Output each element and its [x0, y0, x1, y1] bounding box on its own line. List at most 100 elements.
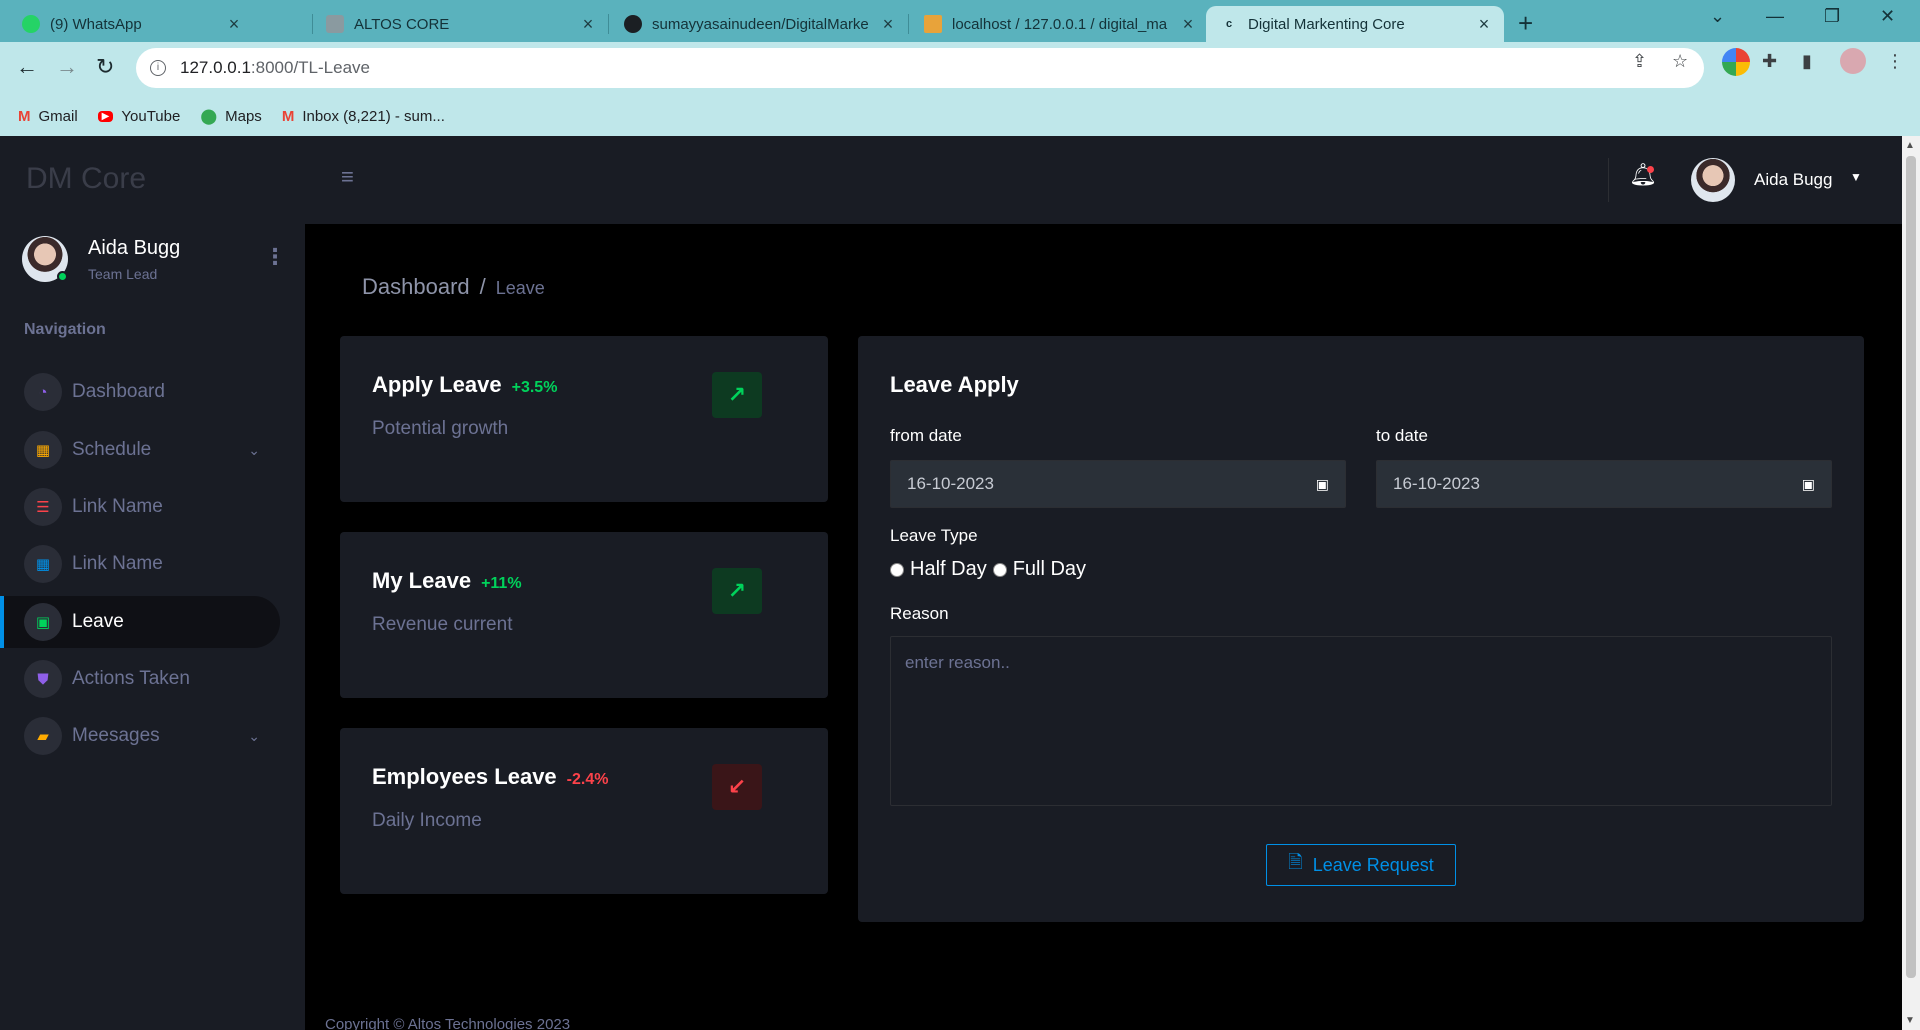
browser-tab-github[interactable]: sumayyasainudeen/DigitalMarke ×	[610, 6, 908, 42]
avatar[interactable]	[1691, 158, 1735, 202]
bookmark-label: Gmail	[38, 107, 78, 125]
whatsapp-icon	[22, 15, 40, 33]
reload-icon[interactable]: ↻	[96, 54, 114, 80]
scroll-thumb[interactable]	[1906, 156, 1916, 978]
profile-role: Team Lead	[88, 265, 158, 282]
navbar-user-name[interactable]: Aida Bugg	[1754, 170, 1832, 190]
breadcrumb-current: Leave	[495, 278, 545, 298]
from-date-value: 16-10-2023	[907, 474, 994, 493]
browser-tab-altos[interactable]: ALTOS CORE ×	[312, 6, 608, 42]
bookmarks-bar: M Gmail ▶ YouTube ⬤ Maps M Inbox (8,221)…	[0, 96, 1920, 136]
scroll-down-icon[interactable]: ▼	[1905, 1015, 1915, 1026]
stat-title-row: Apply Leave +3.5%	[372, 372, 557, 398]
caret-down-icon[interactable]: ▼	[1850, 170, 1862, 184]
close-icon[interactable]: ×	[1180, 14, 1196, 35]
chevron-down-icon: ⌄	[248, 441, 260, 458]
bookmark-gmail[interactable]: M Gmail	[18, 108, 78, 125]
stat-title: My Leave	[372, 568, 472, 593]
profile-menu-icon[interactable]: ⋮	[264, 244, 286, 270]
bookmark-label: YouTube	[121, 107, 181, 125]
app-viewport: DM Core Aida Bugg Team Lead ⋮ Navigation…	[0, 136, 1902, 1030]
extension-chrome-icon[interactable]	[1722, 48, 1750, 76]
to-date-value: 16-10-2023	[1393, 474, 1480, 493]
back-icon[interactable]: ←	[16, 54, 38, 80]
from-date-label: from date	[890, 426, 962, 445]
sidebar-item-label: Leave	[72, 611, 124, 632]
dm-core-icon: c	[1220, 15, 1238, 33]
notification-dot	[1647, 166, 1654, 173]
browser-tab-dm-core[interactable]: c Digital Markenting Core ×	[1206, 6, 1504, 42]
side-panel-icon[interactable]: ▮	[1802, 51, 1812, 72]
sidebar: DM Core Aida Bugg Team Lead ⋮ Navigation…	[0, 136, 305, 1030]
sidebar-item-schedule[interactable]: ▦ Schedule ⌄	[0, 424, 280, 476]
bookmark-inbox[interactable]: M Inbox (8,221) - sum...	[282, 108, 445, 125]
site-info-icon[interactable]: i	[150, 60, 166, 76]
close-icon[interactable]: ×	[1476, 14, 1492, 35]
arrow-top-right-icon: ↗	[712, 568, 762, 614]
sidebar-item-link-2[interactable]: ▦ Link Name	[0, 538, 280, 590]
menu-toggle-icon[interactable]: ≡	[341, 164, 354, 190]
sidebar-item-label: Actions Taken	[72, 668, 190, 689]
sidebar-item-actions-taken[interactable]: ⛊ Actions Taken	[0, 653, 280, 705]
from-date-input[interactable]: 16-10-2023 ▣	[890, 460, 1346, 508]
bookmark-maps[interactable]: ⬤ Maps	[200, 107, 261, 126]
radio-half-day[interactable]: Half Day	[890, 558, 987, 581]
tab-separator	[908, 14, 909, 34]
sidebar-profile: Aida Bugg Team Lead	[22, 236, 180, 282]
brand-logo[interactable]: DM Core	[26, 162, 146, 196]
sidebar-item-label: Link Name	[72, 496, 163, 517]
tab-label: sumayyasainudeen/DigitalMarke	[652, 15, 869, 33]
youtube-icon: ▶	[97, 110, 114, 122]
sidebar-item-label: Link Name	[72, 553, 163, 574]
page-scrollbar[interactable]: ▲ ▼	[1902, 136, 1920, 1030]
share-icon[interactable]: ⇪	[1632, 51, 1647, 72]
radio-button[interactable]	[992, 562, 1007, 577]
table-icon: ▦	[24, 545, 62, 583]
url-input[interactable]: i 127.0.0.1:8000/TL-Leave	[136, 48, 1704, 88]
bookmark-label: Inbox (8,221) - sum...	[302, 107, 445, 125]
puzzle-icon[interactable]: ✚	[1762, 51, 1777, 72]
sidebar-item-link-1[interactable]: ☰ Link Name	[0, 481, 280, 533]
browser-tab-whatsapp[interactable]: (9) WhatsApp ×	[8, 6, 254, 42]
minimize-button[interactable]: —	[1766, 6, 1784, 27]
online-status-indicator	[57, 271, 68, 282]
star-icon[interactable]: ☆	[1672, 51, 1688, 72]
breadcrumb: Dashboard / Leave	[362, 274, 545, 300]
profile-avatar[interactable]	[1840, 48, 1866, 74]
stat-card-apply-leave: Apply Leave +3.5% Potential growth ↗	[340, 336, 828, 502]
close-icon[interactable]: ×	[880, 14, 896, 35]
close-icon[interactable]: ×	[226, 14, 242, 35]
sidebar-item-messages[interactable]: ▰ Meesages ⌄	[0, 710, 280, 762]
sidebar-item-leave[interactable]: ▣ Leave	[0, 596, 280, 648]
browser-tab-strip: (9) WhatsApp × ALTOS CORE × sumayyasainu…	[0, 0, 1920, 42]
bookmark-youtube[interactable]: ▶ YouTube	[97, 107, 181, 125]
tab-separator	[608, 14, 609, 34]
more-menu-icon[interactable]: ⋮	[1886, 51, 1904, 72]
stat-subtitle: Revenue current	[372, 614, 513, 635]
tab-search-button[interactable]: ⌄	[1710, 6, 1725, 27]
new-tab-button[interactable]: +	[1518, 8, 1533, 39]
radio-button[interactable]	[890, 562, 904, 577]
avatar	[22, 236, 68, 282]
calendar-icon[interactable]: ▣	[1802, 476, 1815, 493]
leave-request-button[interactable]: 🗎︎ Leave Request	[1266, 844, 1456, 886]
stat-card-employees-leave: Employees Leave -2.4% Daily Income ↙	[340, 728, 828, 894]
url-host: 127.0.0.1	[180, 58, 251, 77]
restore-button[interactable]: ❐	[1824, 6, 1840, 27]
radio-full-day[interactable]: Full Day	[992, 558, 1087, 581]
forward-icon[interactable]: →	[56, 54, 78, 80]
list-icon: ☰	[24, 488, 62, 526]
breadcrumb-root[interactable]: Dashboard	[362, 274, 470, 299]
reason-textarea[interactable]: enter reason..	[890, 636, 1832, 806]
scroll-up-icon[interactable]: ▲	[1905, 140, 1915, 151]
calendar-icon[interactable]: ▣	[1316, 476, 1329, 493]
close-window-button[interactable]: ✕	[1880, 6, 1895, 27]
close-icon[interactable]: ×	[580, 14, 596, 35]
radio-label: Full Day	[1012, 558, 1087, 580]
sidebar-item-dashboard[interactable]: ◔ Dashboard	[0, 366, 280, 418]
tab-label: localhost / 127.0.0.1 / digital_ma	[952, 15, 1168, 33]
to-date-input[interactable]: 16-10-2023 ▣	[1376, 460, 1832, 508]
github-icon	[624, 15, 642, 33]
speedometer-icon: ◔	[24, 373, 62, 411]
browser-tab-phpmyadmin[interactable]: localhost / 127.0.0.1 / digital_ma ×	[910, 6, 1208, 42]
